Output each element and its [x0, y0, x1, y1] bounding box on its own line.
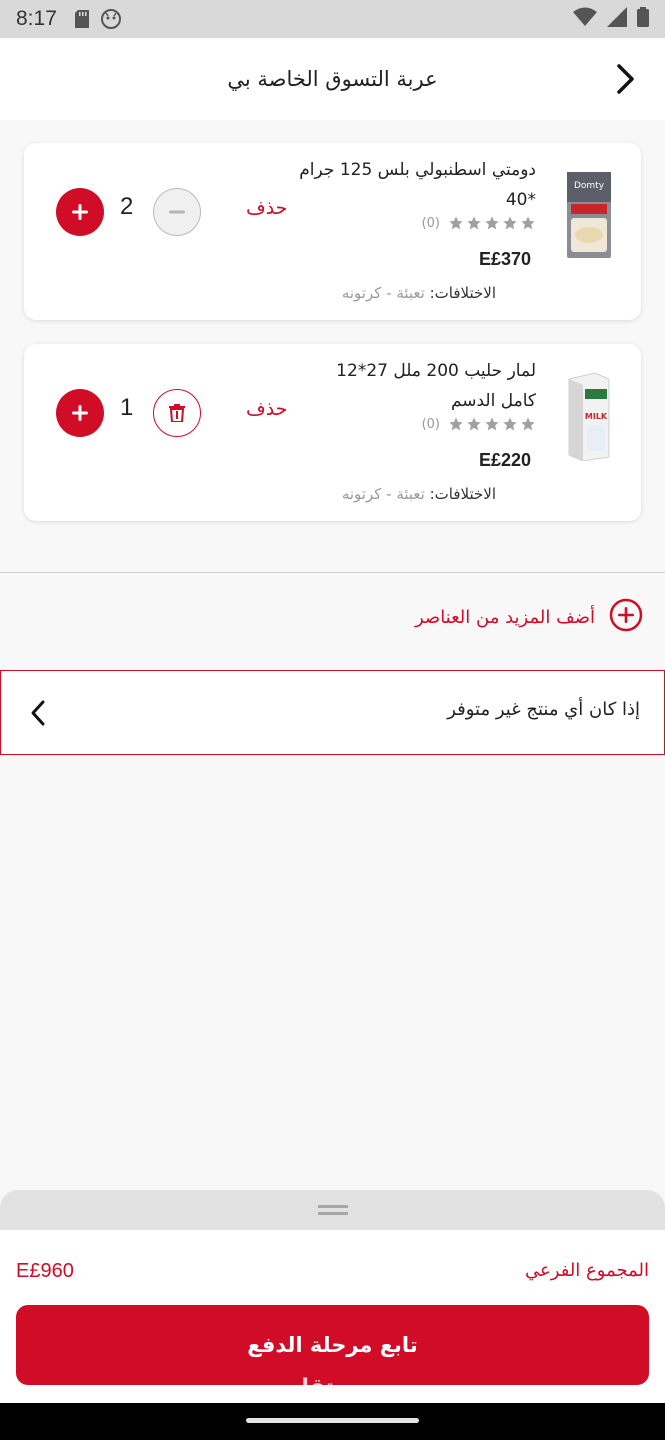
- product-price: E£370: [478, 249, 531, 269]
- unavailable-option-row[interactable]: إذا كان أي منتج غير متوفر: [0, 670, 665, 755]
- delete-button[interactable]: حذف: [246, 398, 287, 420]
- cart-item: MILK لمار حليب 200 ملل 27*12 كامل الدسم …: [24, 344, 641, 521]
- drag-handle-icon: [317, 1205, 348, 1215]
- delete-button[interactable]: حذف: [246, 197, 287, 219]
- divider: [0, 572, 665, 573]
- svg-text:MILK: MILK: [585, 412, 608, 421]
- add-more-items-button[interactable]: أضف المزيد من العناصر: [415, 598, 643, 636]
- quantity-value: 1: [120, 394, 134, 421]
- add-circle-icon: [609, 598, 643, 636]
- checkout-button[interactable]: تابع مرحلة الدفع: [16, 1305, 649, 1385]
- back-button[interactable]: [611, 62, 641, 96]
- star-icon: [503, 417, 517, 431]
- variants-label: الاختلافات:: [429, 284, 496, 302]
- battery-icon: [637, 6, 649, 32]
- product-name: لمار حليب 200 ملل 27*12 كامل الدسم: [336, 361, 536, 411]
- variants-value: تعبئة - كرتونه: [341, 485, 425, 503]
- status-time: 8:17: [16, 7, 57, 30]
- plus-icon: [72, 405, 88, 421]
- signal-icon: [607, 6, 627, 32]
- star-icon: [449, 417, 463, 431]
- rating-count: (0): [421, 215, 440, 231]
- star-icon: [503, 216, 517, 230]
- star-icon: [467, 216, 481, 230]
- product-variants: الاختلافات: تعبئة - كرتونه: [342, 485, 496, 503]
- product-image[interactable]: Domty: [563, 167, 615, 263]
- rating-stars: [448, 215, 536, 231]
- star-icon: [449, 216, 463, 230]
- product-price: E£220: [478, 450, 531, 470]
- variants-value: تعبئة - كرتونه: [341, 284, 425, 302]
- unavailable-label: إذا كان أي منتج غير متوفر: [447, 699, 640, 720]
- star-icon: [521, 417, 535, 431]
- product-image[interactable]: MILK: [563, 368, 615, 464]
- product-rating: (0): [422, 215, 536, 231]
- status-bar: 8:17: [0, 0, 665, 38]
- quantity-value: 2: [120, 193, 134, 220]
- remove-item-button[interactable]: [153, 389, 201, 437]
- home-gesture-pill[interactable]: [246, 1418, 419, 1423]
- product-variants: الاختلافات: تعبئة - كرتونه: [342, 284, 496, 302]
- decrease-quantity-button[interactable]: [153, 188, 201, 236]
- app-bar: عربة التسوق الخاصة بي: [0, 38, 665, 120]
- bottom-sheet-handle[interactable]: [0, 1190, 665, 1230]
- system-navigation-bar: [0, 1403, 665, 1440]
- cart-item: Domty دومتي اسطنبولي بلس 125 جرام *40 (0…: [24, 143, 641, 320]
- rating-count: (0): [421, 416, 440, 432]
- star-icon: [485, 417, 499, 431]
- product-rating: (0): [422, 416, 536, 432]
- chevron-left-icon: [29, 699, 47, 731]
- increase-quantity-button[interactable]: [56, 188, 104, 236]
- sd-card-icon: [74, 10, 89, 28]
- chevron-right-icon: [617, 64, 634, 94]
- star-icon: [485, 216, 499, 230]
- rating-stars: [448, 416, 536, 432]
- notification-icon: [100, 9, 121, 29]
- svg-text:Domty: Domty: [574, 181, 605, 191]
- subtotal-value: E£960: [16, 1260, 74, 1282]
- star-icon: [467, 417, 481, 431]
- product-name: دومتي اسطنبولي بلس 125 جرام *40: [299, 160, 536, 210]
- variants-label: الاختلافات:: [429, 485, 496, 503]
- page-title: عربة التسوق الخاصة بي: [227, 67, 438, 91]
- add-more-label: أضف المزيد من العناصر: [414, 606, 595, 628]
- subtotal-label: المجموع الفرعي: [525, 1260, 649, 1281]
- minus-icon: [169, 210, 185, 214]
- trash-icon: [169, 404, 185, 422]
- wifi-icon: [573, 7, 597, 32]
- star-icon: [521, 216, 535, 230]
- plus-icon: [72, 204, 88, 220]
- increase-quantity-button[interactable]: [56, 389, 104, 437]
